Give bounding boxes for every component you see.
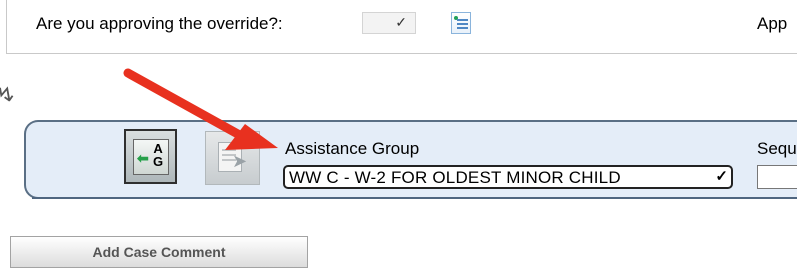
add-case-comment-button[interactable]: Add Case Comment	[10, 236, 308, 268]
override-approval-select[interactable]: ✓	[362, 12, 416, 34]
assistance-group-selected-value: WW C - W-2 FOR OLDEST MINOR CHILD	[289, 168, 621, 187]
assistance-group-label: Assistance Group	[285, 139, 420, 158]
assistance-group-select[interactable]: WW C - W-2 FOR OLDEST MINOR CHILD ✓	[283, 165, 733, 189]
ag-letters-icon: AG	[153, 141, 164, 169]
override-question-label: Are you approving the override?:	[36, 14, 283, 33]
chevron-down-icon: ✓	[713, 167, 728, 185]
assistance-group-nav-button[interactable]: ⬅ AG	[124, 129, 177, 184]
cursor-icon: ↯	[0, 79, 19, 110]
sequence-input[interactable]	[757, 165, 797, 189]
approval-label-partial: App	[757, 14, 788, 33]
back-arrow-icon: ⬅	[137, 150, 149, 166]
sequence-label-partial: Sequ	[757, 139, 797, 158]
chevron-down-icon: ✓	[395, 14, 407, 30]
list-picker-button[interactable]	[451, 12, 471, 34]
panel-divider	[32, 197, 797, 199]
document-go-button[interactable]: ➤	[205, 131, 260, 185]
